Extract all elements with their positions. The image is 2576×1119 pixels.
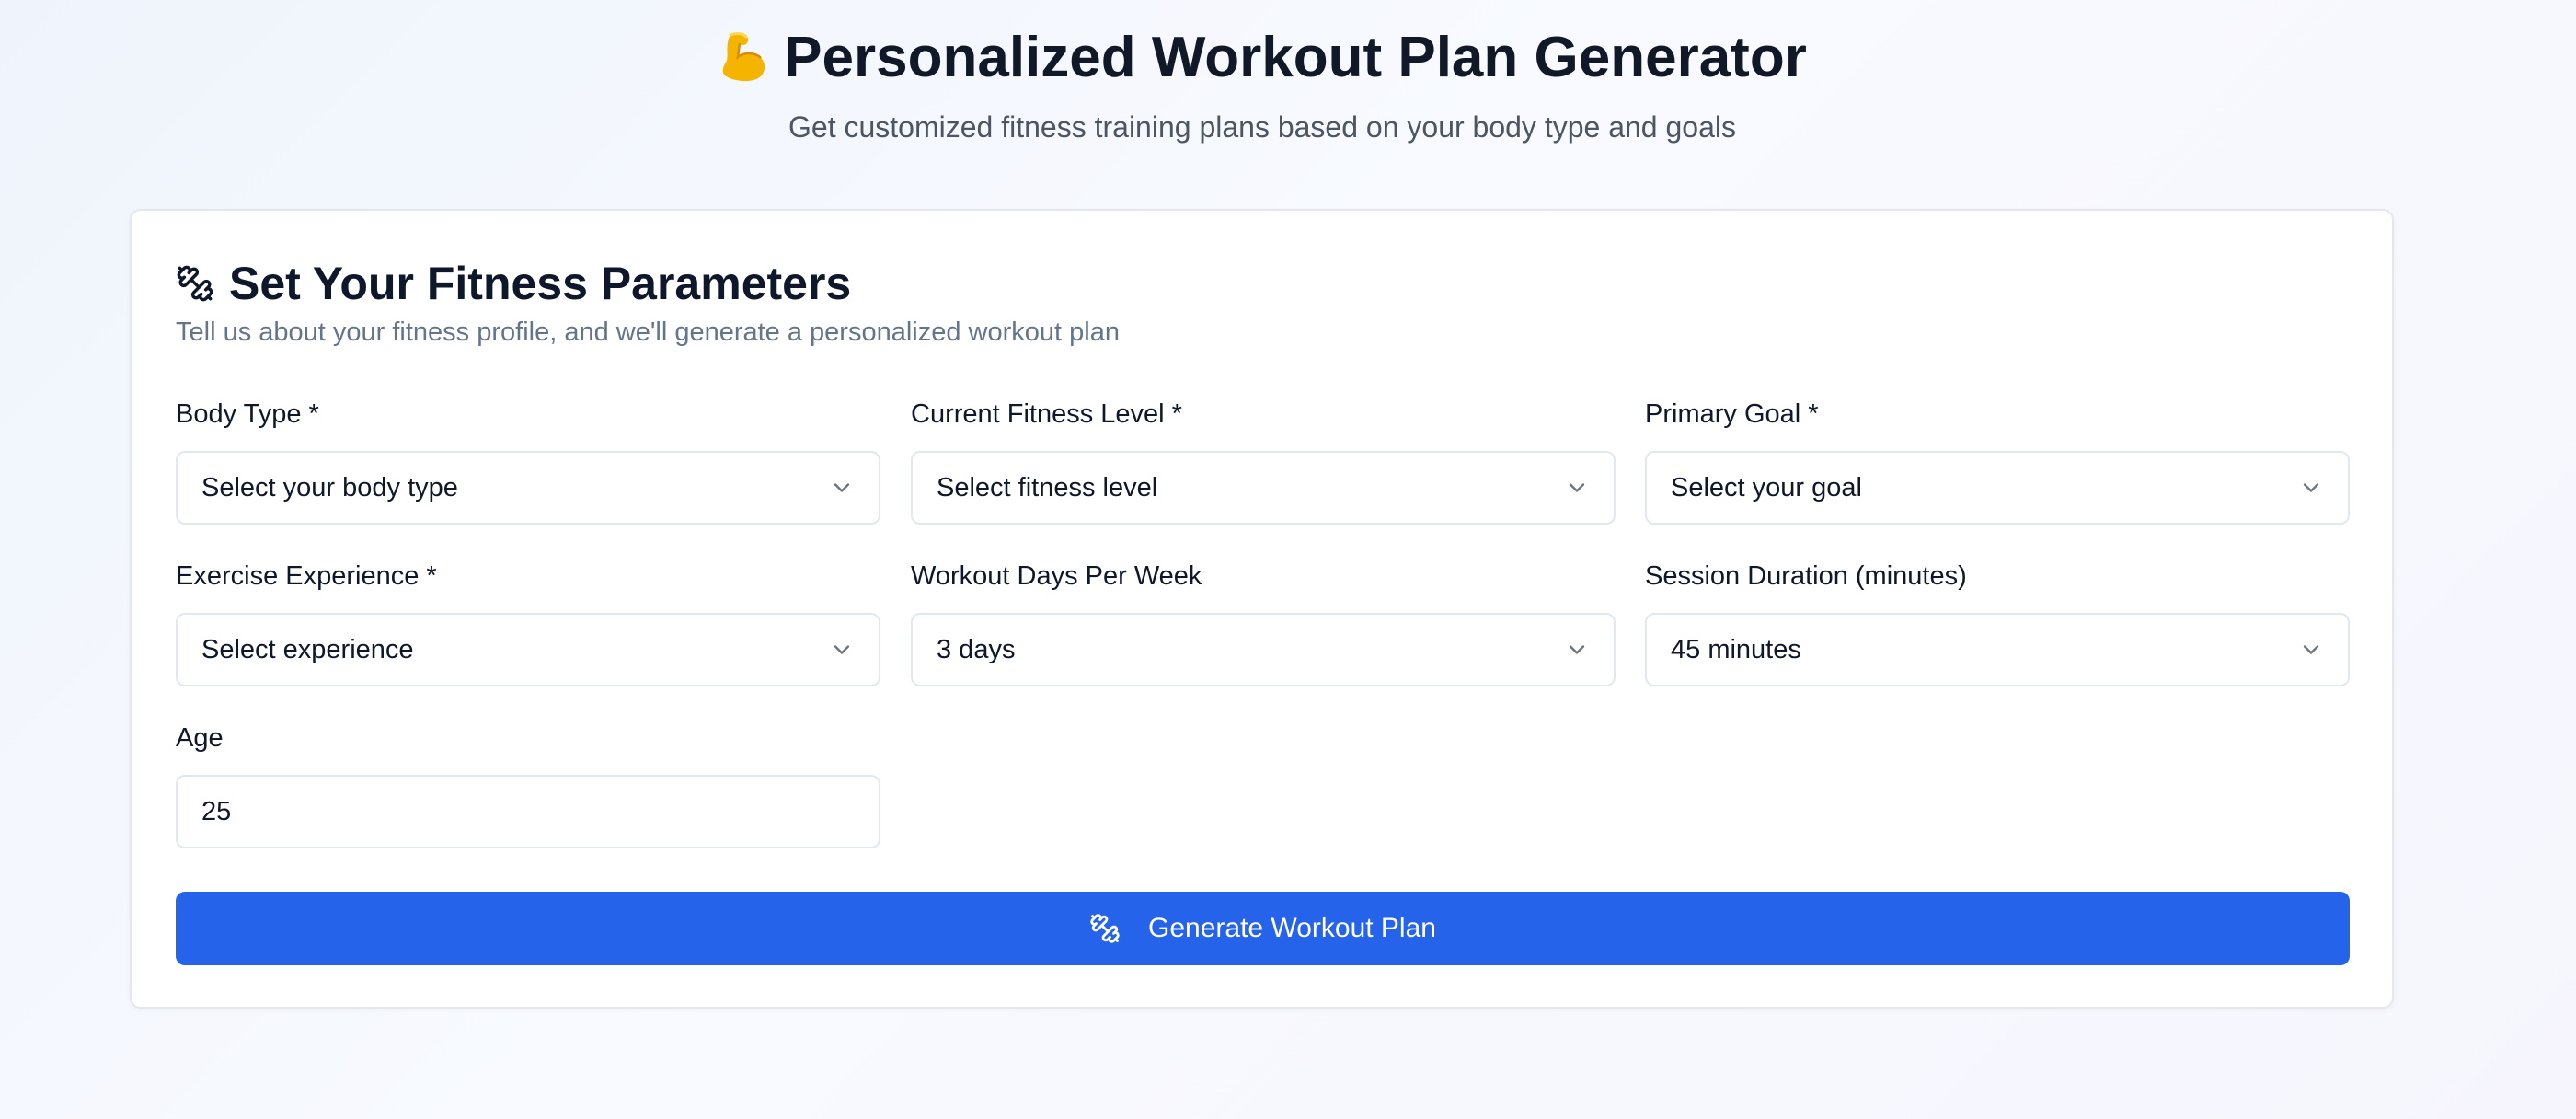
card-description: Tell us about your fitness profile, and … bbox=[176, 317, 1120, 347]
card-title: Set Your Fitness Parameters bbox=[176, 251, 851, 316]
experience-field: Exercise Experience * Select experience bbox=[176, 558, 880, 686]
fitness-parameters-card: Set Your Fitness Parameters Tell us abou… bbox=[130, 209, 2394, 1009]
session-duration-field: Session Duration (minutes) 45 minutes bbox=[1645, 558, 2350, 686]
page-title-text: Personalized Workout Plan Generator bbox=[784, 25, 1807, 89]
card-title-text: Set Your Fitness Parameters bbox=[229, 258, 852, 309]
session-duration-select[interactable]: 45 minutes bbox=[1645, 613, 2350, 686]
session-duration-label: Session Duration (minutes) bbox=[1645, 561, 1967, 591]
fitness-level-select[interactable]: Select fitness level bbox=[911, 451, 1616, 525]
days-per-week-field: Workout Days Per Week 3 days bbox=[911, 558, 1616, 686]
page-title: Personalized Workout Plan Generator bbox=[0, 24, 2524, 90]
primary-goal-select[interactable]: Select your goal bbox=[1645, 451, 2350, 525]
days-per-week-label: Workout Days Per Week bbox=[911, 561, 1202, 591]
body-type-label: Body Type * bbox=[176, 399, 319, 429]
age-label: Age bbox=[176, 723, 224, 753]
generate-button-label: Generate Workout Plan bbox=[1148, 913, 1436, 943]
dumbbell-icon bbox=[1089, 913, 1121, 944]
primary-goal-field: Primary Goal * Select your goal bbox=[1645, 396, 2350, 525]
experience-select[interactable]: Select experience bbox=[176, 613, 880, 686]
chevron-down-icon bbox=[2298, 637, 2324, 663]
chevron-down-icon bbox=[1564, 475, 1590, 501]
session-duration-value: 45 minutes bbox=[1671, 634, 1801, 664]
age-input[interactable] bbox=[176, 775, 880, 848]
flexed-biceps-icon bbox=[718, 29, 773, 85]
generate-workout-plan-button[interactable]: Generate Workout Plan bbox=[176, 892, 2350, 965]
days-per-week-select[interactable]: 3 days bbox=[911, 613, 1616, 686]
body-type-field: Body Type * Select your body type bbox=[176, 396, 880, 525]
chevron-down-icon bbox=[829, 637, 855, 663]
dumbbell-icon bbox=[176, 264, 214, 303]
fitness-level-value: Select fitness level bbox=[937, 472, 1158, 502]
experience-value: Select experience bbox=[201, 634, 414, 664]
chevron-down-icon bbox=[2298, 475, 2324, 501]
age-field: Age bbox=[176, 720, 880, 848]
primary-goal-value: Select your goal bbox=[1671, 472, 1862, 502]
fitness-level-field: Current Fitness Level * Select fitness l… bbox=[911, 396, 1616, 525]
body-type-value: Select your body type bbox=[201, 472, 458, 502]
page-subtitle: Get customized fitness training plans ba… bbox=[788, 110, 1736, 144]
body-type-select[interactable]: Select your body type bbox=[176, 451, 880, 525]
chevron-down-icon bbox=[1564, 637, 1590, 663]
fitness-level-label: Current Fitness Level * bbox=[911, 399, 1182, 429]
experience-label: Exercise Experience * bbox=[176, 561, 437, 591]
chevron-down-icon bbox=[829, 475, 855, 501]
days-per-week-value: 3 days bbox=[937, 634, 1016, 664]
primary-goal-label: Primary Goal * bbox=[1645, 399, 1819, 429]
